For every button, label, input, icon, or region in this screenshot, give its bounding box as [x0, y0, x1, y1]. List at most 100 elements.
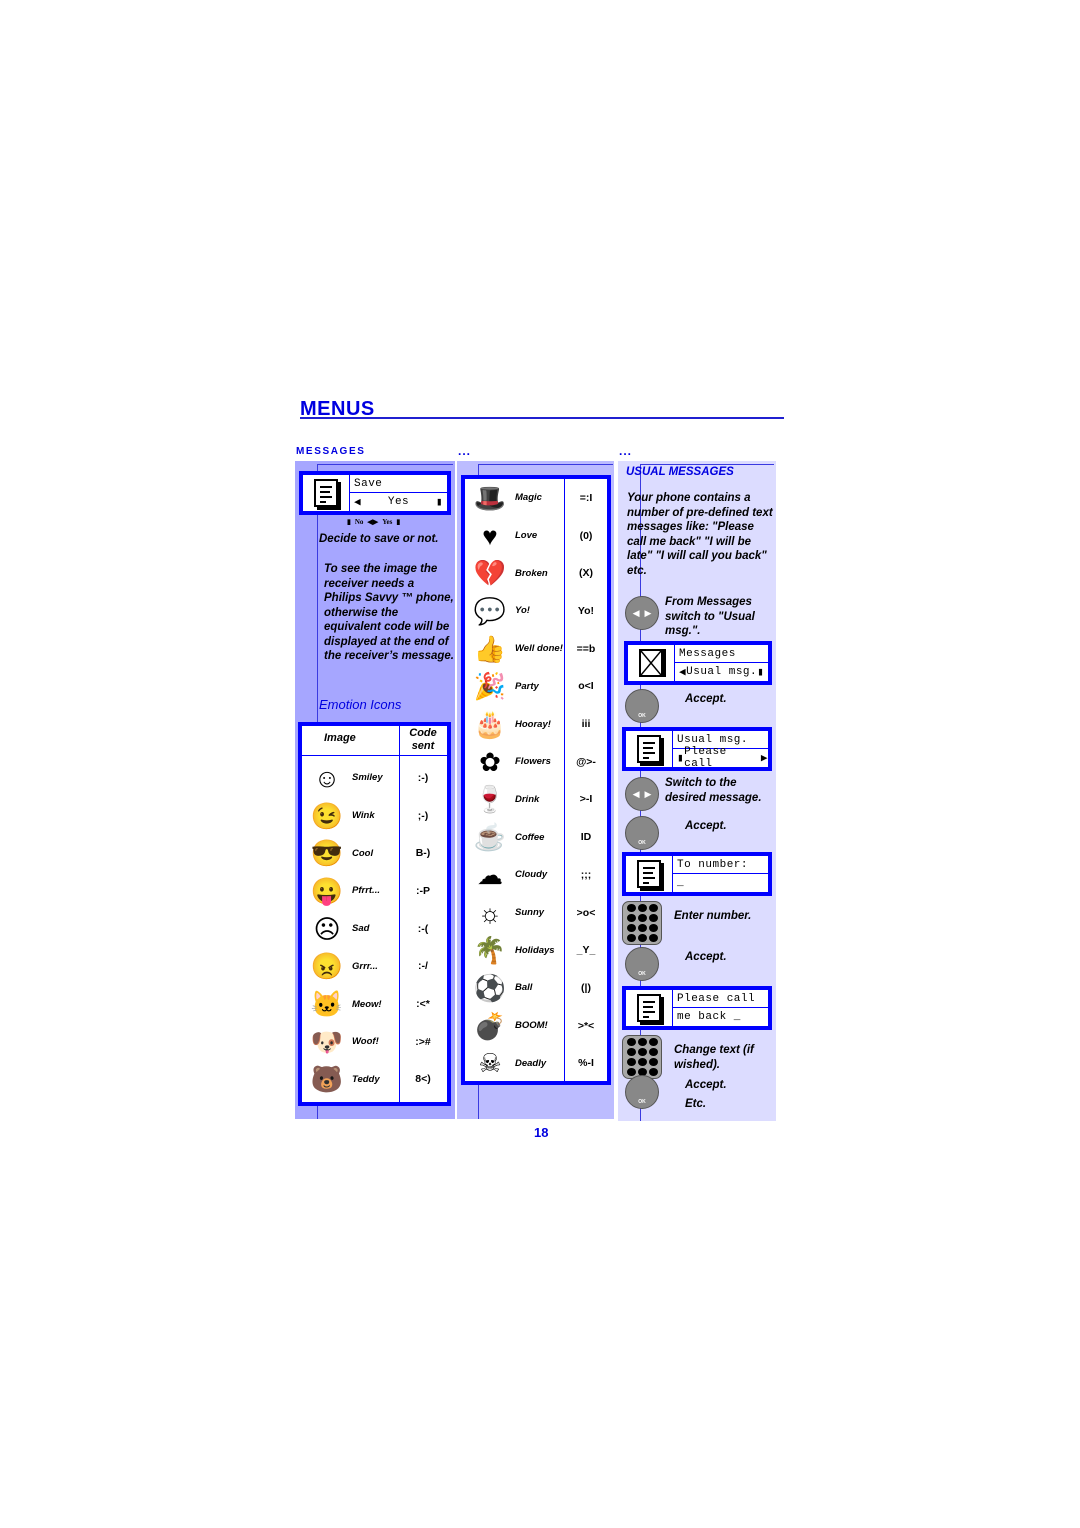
- heart-icon: ♥: [482, 520, 498, 551]
- emotion-icon-name: Cloudy: [515, 869, 548, 881]
- emotion-icon-name: Deadly: [515, 1057, 547, 1069]
- usual-messages-intro: Your phone contains a number of pre-defi…: [627, 492, 773, 577]
- emotion-icon-name: Drink: [515, 793, 540, 805]
- ok-key-icon: OK: [625, 689, 659, 723]
- page-number: 18: [534, 1125, 549, 1140]
- emotion-icon-row: ✿ Flowers @>-: [465, 743, 607, 781]
- save-screen-line2: ◀ Yes ▮: [349, 493, 447, 511]
- save-screen: Save ◀ Yes ▮: [299, 471, 451, 515]
- keypad-icon: [622, 1035, 662, 1079]
- emotion-icon-row: 😠 Grrr...:-/: [302, 948, 447, 986]
- cat-face-icon: 🐱: [310, 989, 344, 1020]
- softkey-hint: ▮ No ◀▶ Yes ▮: [347, 518, 400, 526]
- thumbs-up-icon: 👍: [473, 633, 507, 664]
- screen-line2-text: me back _: [677, 1011, 741, 1023]
- flowers-icon: ✿: [479, 746, 501, 777]
- party-hat-icon: 🎉: [473, 671, 507, 702]
- ball-icon: ⚽: [473, 972, 507, 1003]
- phone-screen: Messages ◀ Usual msg. ▮: [624, 641, 772, 685]
- document-icon: [303, 475, 350, 511]
- ok-key-icon: OK: [625, 816, 659, 850]
- emotion-icon-name: Yo!: [515, 605, 530, 617]
- emotion-icon-name: Wink: [352, 810, 375, 822]
- step-instruction: Etc.: [685, 1098, 707, 1110]
- header-code-sent: Code sent: [400, 727, 446, 753]
- header-code-line1: Code: [409, 727, 437, 739]
- emotion-icons-table-1: Image Code sent ☺ Smiley:-) 😉 Wink ;-) 😎 Cool B…: [298, 722, 451, 1106]
- softkey-yes-label: Yes: [382, 518, 393, 526]
- emotion-icon-name: Pfrrt...: [352, 885, 380, 897]
- emotion-icon-name: Teddy: [352, 1073, 380, 1085]
- screen-line2: ◀ Usual msg. ▮: [674, 663, 768, 681]
- emotion-icon-row: 🐶 Woof!:>#: [302, 1023, 447, 1061]
- emotion-icon-name: Coffee: [515, 831, 545, 843]
- emotion-icon-name: Woof!: [352, 1036, 379, 1048]
- document-icon: [626, 990, 673, 1026]
- screen-line2-text: Usual msg.: [686, 666, 758, 678]
- wink-face-icon: 😉: [310, 800, 344, 831]
- phone-screen: Usual msg. ▮ Please call ▶: [622, 727, 772, 771]
- coffee-cup-icon: ☕: [473, 822, 507, 853]
- header-code-line2: sent: [411, 740, 435, 752]
- phone-screen: To number: _: [622, 852, 772, 896]
- document-icon: [626, 731, 673, 767]
- cloud-icon: ☁: [477, 859, 503, 890]
- usual-messages-column: Usual Messages Your phone contains a num…: [618, 461, 776, 1121]
- ok-key-icon: OK: [625, 947, 659, 981]
- emotion-icon-code: ==b: [576, 642, 596, 655]
- continuation-mark: ...: [619, 444, 633, 458]
- cake-icon: 🎂: [473, 709, 507, 740]
- skull-crossbones-icon: ☠: [478, 1048, 502, 1079]
- emotion-icon-name: Holidays: [515, 944, 555, 956]
- emotion-icons-column-2: 🎩 Magic =:I ♥ Love (0) 💔 Broken (X) 💬 Yo! Yo! 👍 Well …: [457, 461, 614, 1119]
- screen-line2-text: _: [677, 877, 685, 889]
- step-instruction: Accept.: [685, 693, 727, 705]
- phone-screen: Please call me back _: [622, 986, 772, 1030]
- screen-line1: Please call: [672, 990, 768, 1008]
- navigation-key-icon: ◀ ▶: [625, 596, 659, 630]
- step-instruction: Change text (if wished).: [674, 1044, 754, 1071]
- keypad-icon: [622, 901, 662, 945]
- emotion-icon-row: 🌴 Holidays _Y_: [465, 931, 607, 969]
- emotion-icon-row: 🎂 Hooray! iii: [465, 705, 607, 743]
- emotion-icon-row: ☹ Sad:-(: [302, 910, 447, 948]
- teddy-bear-icon: 🐻: [310, 1064, 344, 1095]
- emotion-icon-row: ☁ Cloudy;;;: [465, 856, 607, 894]
- emotion-icons-heading: Emotion Icons: [319, 697, 402, 712]
- tongue-face-icon: 😛: [310, 875, 344, 906]
- emotion-icon-row: 🎩 Magic =:I: [465, 479, 607, 517]
- emotion-icon-name: Meow!: [352, 998, 382, 1010]
- section-title: Messages: [296, 446, 366, 457]
- sad-face-icon: ☹: [313, 913, 341, 944]
- emotion-icon-row: 💔 Broken (X): [465, 554, 607, 592]
- usual-messages-heading: Usual Messages: [626, 466, 734, 478]
- emotion-icon-name: Love: [515, 530, 538, 542]
- ok-label: OK: [638, 971, 646, 977]
- cursor-block-icon: ▮: [677, 753, 685, 765]
- emotion-icon-code: :<*: [416, 998, 430, 1011]
- envelope-icon: [628, 645, 675, 681]
- softkey-right-icon: ▮: [396, 518, 401, 526]
- emotion-icon-code: :-): [417, 771, 429, 784]
- emotion-icon-row: ☼ Sunny >o<: [465, 894, 607, 932]
- emotion-icon-code: (|): [581, 981, 591, 994]
- step-instruction: Enter number.: [674, 910, 752, 922]
- emotion-icon-name: Hooray!: [515, 718, 551, 730]
- emotion-icon-code: _Y_: [576, 944, 596, 957]
- cursor-block-icon: ▮: [757, 667, 765, 679]
- left-right-arrows-icon: ◀▶: [367, 518, 379, 526]
- emotion-icon-row: 💬 Yo! Yo!: [465, 592, 607, 630]
- step-instruction: Accept.: [685, 951, 727, 963]
- screen-line2: _: [672, 874, 768, 892]
- emotion-icon-code: (X): [579, 567, 593, 580]
- drink-icon: 🍷: [473, 784, 507, 815]
- emotion-icon-code: :>#: [415, 1035, 431, 1048]
- ok-label: OK: [638, 1099, 646, 1105]
- ok-label: OK: [638, 713, 646, 719]
- save-option-value: Yes: [387, 496, 410, 508]
- ok-label: OK: [638, 840, 646, 846]
- left-arrow-icon: ◀: [354, 497, 362, 509]
- softkey-no-label: No: [354, 518, 364, 526]
- angry-face-icon: 😠: [310, 951, 344, 982]
- smiley-face-icon: ☺: [313, 762, 341, 793]
